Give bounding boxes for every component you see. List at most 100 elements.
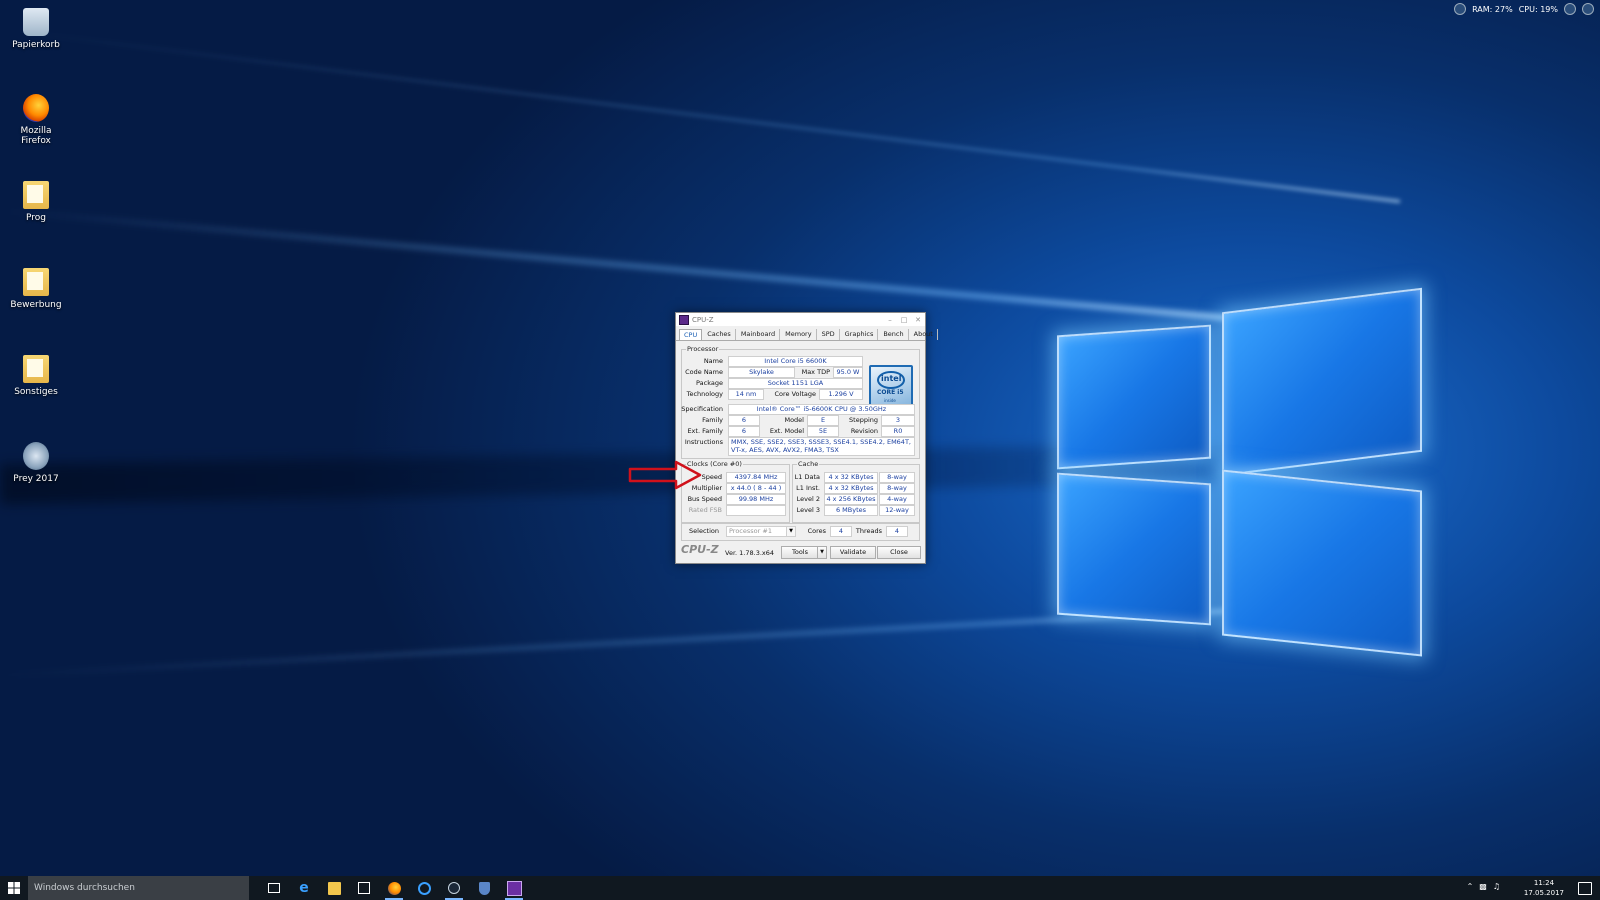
family-value: 6 [728, 415, 760, 426]
revision-label: Revision [850, 427, 878, 435]
minimize-icon[interactable]: – [883, 316, 897, 324]
cache-l1-inst-way: 8-way [879, 483, 915, 494]
cores-value: 4 [830, 526, 852, 537]
maximize-icon[interactable]: □ [897, 316, 911, 324]
selection-label: Selection [689, 527, 719, 535]
desktop-icon-prey[interactable]: Prey 2017 [10, 442, 62, 484]
close-button[interactable]: Close [877, 546, 921, 559]
ccleaner-icon [417, 881, 431, 895]
package-label: Package [696, 379, 723, 387]
taskbar-security[interactable] [469, 876, 499, 900]
tools-dropdown-icon[interactable]: ▼ [817, 546, 827, 559]
tab-memory[interactable]: Memory [781, 329, 817, 340]
tab-spd[interactable]: SPD [818, 329, 840, 340]
taskbar-search-box[interactable]: Windows durchsuchen [28, 876, 249, 900]
close-icon[interactable] [1582, 3, 1594, 15]
light-beam [10, 29, 1401, 203]
technology-value: 14 nm [728, 389, 764, 400]
desktop-icon-label: Prey 2017 [13, 474, 59, 484]
name-label: Name [703, 357, 723, 365]
shield-icon [478, 881, 490, 895]
tools-button[interactable]: Tools [781, 546, 819, 559]
volume-icon[interactable]: ♫ [1493, 882, 1500, 891]
model-value: E [807, 415, 839, 426]
desktop-icon-sonstiges[interactable]: Sonstiges [10, 355, 62, 397]
tab-bench[interactable]: Bench [879, 329, 909, 340]
tab-mainboard[interactable]: Mainboard [737, 329, 781, 340]
network-icon[interactable]: ▩ [1479, 882, 1487, 891]
cpuz-titlebar[interactable]: CPU-Z – □ ✕ [676, 313, 925, 326]
rated-fsb-label: Rated FSB [688, 506, 722, 514]
taskbar-edge[interactable]: e [289, 876, 319, 900]
package-value: Socket 1151 LGA [728, 378, 863, 389]
prey-icon [23, 442, 49, 470]
system-monitor-widget: RAM: 27% CPU: 19% [1454, 3, 1594, 15]
taskbar: Windows durchsuchen e ⌃ ▩ ♫ 11:24 17.05.… [0, 876, 1600, 900]
core-speed-value: 4397.84 MHz [726, 472, 786, 483]
max-tdp-label: Max TDP [801, 368, 830, 376]
edge-icon: e [299, 879, 309, 896]
cache-l1-data-size: 4 x 32 KBytes [824, 472, 878, 483]
desktop-icon-label: Prog [26, 213, 46, 223]
desktop-icon-bewerbung[interactable]: Bewerbung [10, 268, 62, 310]
bus-speed-value: 99.98 MHz [726, 494, 786, 505]
ext-model-value: 5E [807, 426, 839, 437]
tab-graphics[interactable]: Graphics [841, 329, 879, 340]
taskbar-clock[interactable]: 11:24 17.05.2017 [1524, 878, 1564, 898]
cache-level3-label: Level 3 [796, 506, 820, 514]
desktop-icon-recycle-bin[interactable]: Papierkorb [10, 8, 62, 50]
taskbar-firefox[interactable] [379, 876, 409, 900]
desktop-icon-firefox[interactable]: Mozilla Firefox [10, 94, 62, 146]
desktop-background: Papierkorb Mozilla Firefox Prog Bewerbun… [0, 0, 1600, 876]
group-label: Cache [797, 460, 820, 468]
cpuz-app-icon [679, 314, 689, 325]
tab-cpu[interactable]: CPU [679, 329, 703, 340]
cache-level2-size: 4 x 256 KBytes [824, 494, 878, 505]
cpu-usage: CPU: 19% [1518, 4, 1558, 14]
windows-logo-pane [1222, 469, 1422, 657]
cores-label: Cores [807, 527, 826, 535]
ram-usage: RAM: 27% [1472, 4, 1513, 14]
taskbar-steam[interactable] [439, 876, 469, 900]
bus-speed-label: Bus Speed [687, 495, 722, 503]
processor-select[interactable]: Processor #1 [726, 526, 788, 537]
window-title: CPU-Z [692, 315, 714, 324]
chevron-down-icon[interactable]: ▼ [786, 526, 796, 537]
tab-about[interactable]: About [910, 329, 938, 340]
family-label: Family [702, 416, 723, 424]
tab-caches[interactable]: Caches [703, 329, 736, 340]
cache-l1-data-way: 8-way [879, 472, 915, 483]
revision-value: R0 [881, 426, 915, 437]
chevron-up-icon[interactable]: ⌃ [1467, 882, 1474, 891]
validate-button[interactable]: Validate [830, 546, 876, 559]
ext-model-label: Ext. Model [769, 427, 804, 435]
monitor-icon [1454, 3, 1467, 15]
desktop-icon-prog[interactable]: Prog [10, 181, 62, 223]
recycle-bin-icon [23, 8, 49, 36]
task-view-icon [268, 883, 280, 893]
taskbar-store[interactable] [349, 876, 379, 900]
desktop-icon-label: Papierkorb [12, 40, 60, 50]
start-button[interactable] [0, 876, 28, 900]
max-tdp-value: 95.0 W [833, 367, 863, 378]
taskbar-cpuz[interactable] [499, 876, 529, 900]
windows-logo-pane [1057, 472, 1211, 626]
task-view-button[interactable] [259, 876, 289, 900]
instructions-label: Instructions [684, 438, 723, 446]
settings-icon[interactable] [1564, 3, 1576, 15]
taskbar-ccleaner[interactable] [409, 876, 439, 900]
stepping-value: 3 [881, 415, 915, 426]
taskbar-file-explorer[interactable] [319, 876, 349, 900]
logo-sub: inside [884, 398, 896, 403]
technology-label: Technology [686, 390, 723, 398]
cache-level2-label: Level 2 [796, 495, 820, 503]
notification-center-icon[interactable] [1578, 882, 1592, 895]
red-arrow-annotation [628, 460, 702, 490]
model-label: Model [784, 416, 804, 424]
close-icon[interactable]: ✕ [911, 316, 925, 324]
specification-label: Specification [681, 405, 723, 413]
code-name-label: Code Name [685, 368, 723, 376]
windows-logo-pane [1057, 324, 1211, 470]
folder-icon [23, 181, 49, 209]
steam-icon [448, 882, 460, 894]
